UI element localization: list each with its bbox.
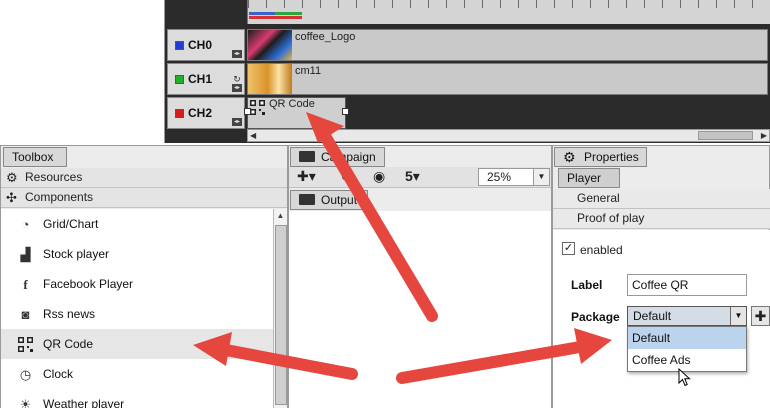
annotation-arrowhead-package bbox=[574, 328, 612, 364]
annotation-arrow-to-clip bbox=[316, 125, 438, 322]
annotation-arrowhead-clip bbox=[306, 112, 344, 143]
annotation-arrow-to-package bbox=[396, 341, 586, 384]
annotation-arrow-to-qr-item bbox=[220, 344, 358, 380]
annotation-arrowhead-qr bbox=[193, 332, 232, 366]
annotation-arrows-overlay bbox=[193, 112, 612, 384]
